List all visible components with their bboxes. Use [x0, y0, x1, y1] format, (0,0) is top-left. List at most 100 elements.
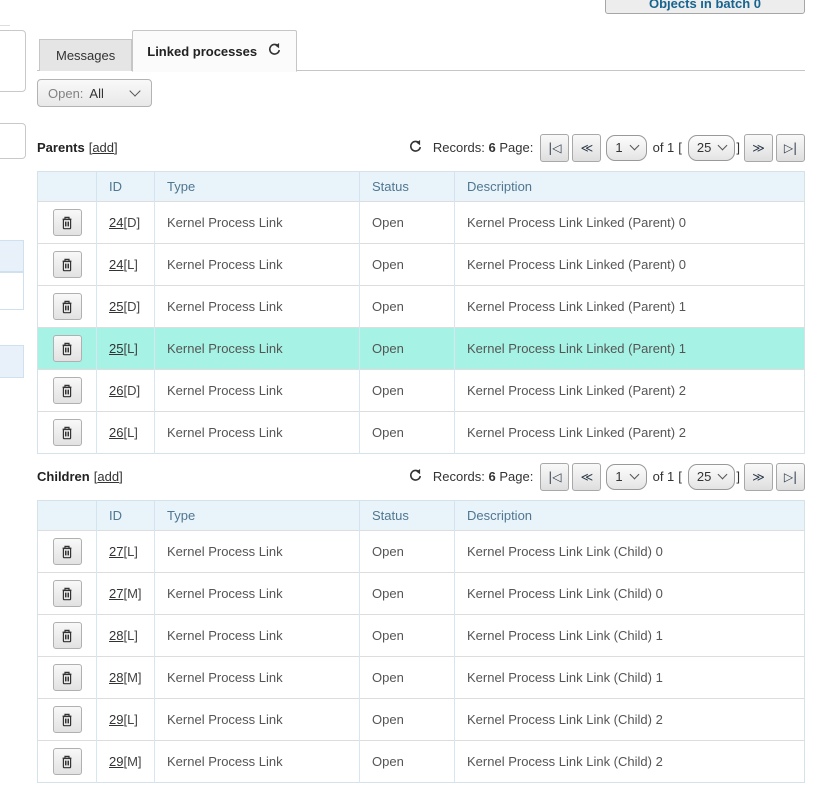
table-row: 29[M] Kernel Process Link Open Kernel Pr…: [38, 741, 805, 783]
description-cell: Kernel Process Link Link (Child) 0: [455, 573, 805, 615]
tab-refresh-icon[interactable]: [267, 42, 282, 60]
id-link[interactable]: 24: [109, 257, 123, 272]
page-number-select[interactable]: 1: [606, 464, 646, 490]
open-filter-value: All: [89, 86, 103, 101]
left-cutoff-cell: [0, 345, 24, 378]
id-link[interactable]: 28: [109, 670, 123, 685]
status-cell: Open: [360, 370, 455, 412]
left-cutoff-cell: [0, 240, 24, 272]
type-cell: Kernel Process Link: [155, 657, 360, 699]
id-link[interactable]: 26: [109, 383, 123, 398]
status-cell: Open: [360, 202, 455, 244]
page-size-select[interactable]: 25: [688, 464, 735, 490]
status-cell: Open: [360, 328, 455, 370]
trash-icon: [60, 628, 74, 643]
id-link[interactable]: 25: [109, 299, 123, 314]
table-header-row: ID Type Status Description: [38, 501, 805, 531]
delete-button[interactable]: [53, 209, 82, 236]
delete-button[interactable]: [53, 251, 82, 278]
delete-button[interactable]: [53, 748, 82, 775]
description-cell: Kernel Process Link Link (Child) 2: [455, 741, 805, 783]
page-of-text: of 1: [653, 140, 675, 155]
page-size-select[interactable]: 25: [688, 135, 735, 161]
open-filter-select[interactable]: Open: All: [37, 79, 152, 107]
prev-page-button[interactable]: ≪: [572, 134, 601, 162]
parents-title: Parents[add]: [37, 140, 118, 155]
type-cell: Kernel Process Link: [155, 412, 360, 454]
table-row: 25[D] Kernel Process Link Open Kernel Pr…: [38, 286, 805, 328]
id-suffix: [L]: [123, 341, 137, 356]
refresh-icon-slot: [408, 468, 423, 486]
children-section-head: Children[add] Records: 6 Page: |◁ ≪ 1 of…: [37, 462, 805, 491]
description-cell: Kernel Process Link Linked (Parent) 2: [455, 370, 805, 412]
children-add-link[interactable]: add: [97, 469, 119, 484]
delete-button[interactable]: [53, 538, 82, 565]
delete-button[interactable]: [53, 706, 82, 733]
description-cell: Kernel Process Link Link (Child) 1: [455, 615, 805, 657]
id-link[interactable]: 27: [109, 586, 123, 601]
type-cell: Kernel Process Link: [155, 699, 360, 741]
next-page-button[interactable]: ≫: [744, 134, 773, 162]
page-number-select[interactable]: 1: [606, 135, 646, 161]
description-cell: Kernel Process Link Linked (Parent) 0: [455, 202, 805, 244]
children-title: Children[add]: [37, 469, 123, 484]
type-cell: Kernel Process Link: [155, 202, 360, 244]
id-link[interactable]: 25: [109, 341, 123, 356]
refresh-button[interactable]: [408, 139, 423, 157]
chevron-down-icon: [718, 470, 728, 480]
tab-linked-processes[interactable]: Linked processes: [132, 30, 297, 72]
next-page-button[interactable]: ≫: [744, 463, 773, 491]
id-suffix: [L]: [123, 628, 137, 643]
delete-button[interactable]: [53, 580, 82, 607]
type-cell: Kernel Process Link: [155, 573, 360, 615]
left-cutoff-cell: [0, 272, 24, 310]
delete-button[interactable]: [53, 335, 82, 362]
table-row: 27[M] Kernel Process Link Open Kernel Pr…: [38, 573, 805, 615]
status-column-header: Status: [360, 501, 455, 531]
delete-button[interactable]: [53, 664, 82, 691]
trash-icon: [60, 670, 74, 685]
status-cell: Open: [360, 741, 455, 783]
left-cutoff-panel: [0, 123, 26, 159]
description-cell: Kernel Process Link Linked (Parent) 0: [455, 244, 805, 286]
id-suffix: [M]: [123, 670, 141, 685]
description-cell: Kernel Process Link Link (Child) 2: [455, 699, 805, 741]
delete-button[interactable]: [53, 293, 82, 320]
chevron-down-icon: [718, 141, 728, 151]
type-cell: Kernel Process Link: [155, 244, 360, 286]
tab-linked-processes-label: Linked processes: [147, 44, 257, 59]
id-link[interactable]: 24: [109, 215, 123, 230]
first-page-button[interactable]: |◁: [540, 134, 569, 162]
id-link[interactable]: 27: [109, 544, 123, 559]
tab-messages[interactable]: Messages: [39, 39, 132, 71]
description-column-header: Description: [455, 501, 805, 531]
id-suffix: [L]: [123, 712, 137, 727]
type-cell: Kernel Process Link: [155, 286, 360, 328]
bracket-close: ]: [736, 469, 740, 484]
table-row: 26[D] Kernel Process Link Open Kernel Pr…: [38, 370, 805, 412]
table-header-row: ID Type Status Description: [38, 172, 805, 202]
prev-page-button[interactable]: ≪: [572, 463, 601, 491]
id-suffix: [L]: [123, 544, 137, 559]
first-page-button[interactable]: |◁: [540, 463, 569, 491]
id-link[interactable]: 28: [109, 628, 123, 643]
id-link[interactable]: 26: [109, 425, 123, 440]
status-cell: Open: [360, 615, 455, 657]
table-row: 24[D] Kernel Process Link Open Kernel Pr…: [38, 202, 805, 244]
delete-button[interactable]: [53, 377, 82, 404]
refresh-button[interactable]: [408, 468, 423, 486]
delete-button[interactable]: [53, 622, 82, 649]
id-link[interactable]: 29: [109, 712, 123, 727]
chevron-down-icon: [629, 141, 639, 151]
children-table: ID Type Status Description 27[L] Kernel …: [37, 500, 805, 783]
last-page-button[interactable]: ▷|: [776, 134, 805, 162]
last-page-button[interactable]: ▷|: [776, 463, 805, 491]
objects-in-batch-button[interactable]: Objects in batch 0: [605, 0, 805, 14]
id-link[interactable]: 29: [109, 754, 123, 769]
delete-button[interactable]: [53, 419, 82, 446]
table-row: 24[L] Kernel Process Link Open Kernel Pr…: [38, 244, 805, 286]
left-cutoff-divider: [0, 25, 10, 26]
parents-add-link[interactable]: add: [92, 140, 114, 155]
status-cell: Open: [360, 412, 455, 454]
id-column-header: ID: [97, 172, 155, 202]
